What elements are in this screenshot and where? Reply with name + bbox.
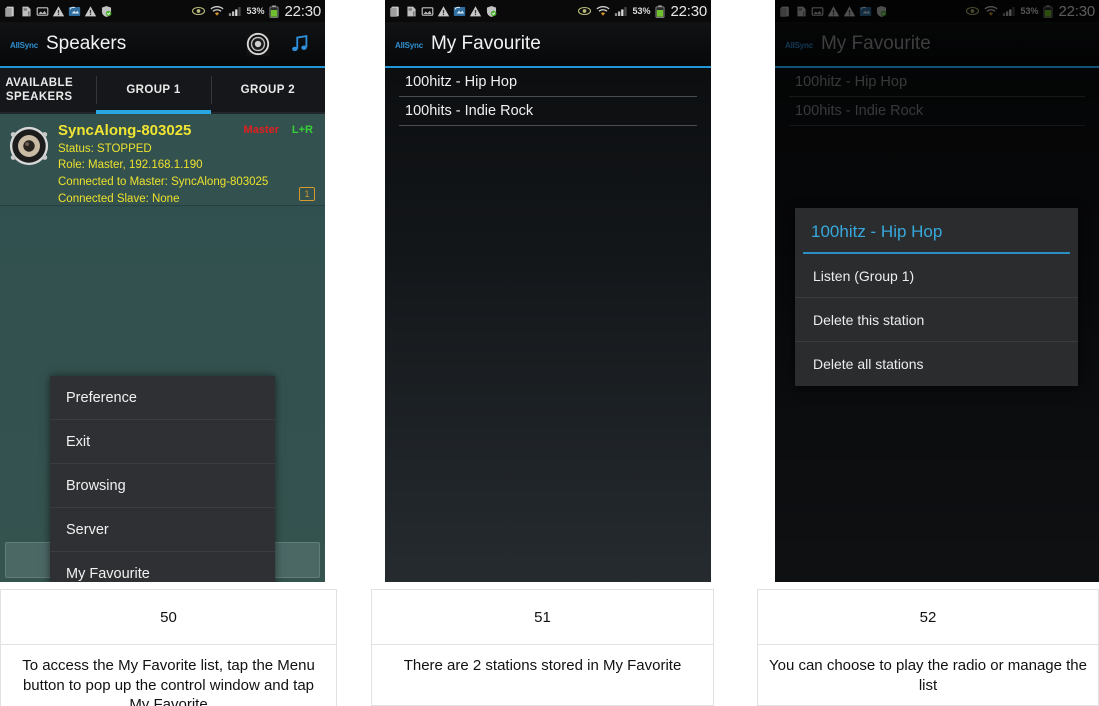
tab-group-1[interactable]: GROUP 1 (96, 68, 211, 114)
battery-percent-label: 53% (632, 6, 651, 16)
sync-image-icon (68, 5, 81, 18)
phone-screenshot-1: 53% 22:30 AllSync Speakers AVAILABLE SPE… (0, 0, 325, 582)
list-item[interactable]: 100hitz - Hip Hop (399, 68, 697, 97)
menu-item-my-favourite[interactable]: My Favourite (50, 552, 275, 582)
warning-triangle-icon (469, 5, 482, 18)
speaker-master-tag: Master (243, 124, 279, 136)
status-bar: 53% 22:30 (385, 0, 711, 22)
status-bar-clock: 22:30 (670, 2, 707, 20)
image-icon (421, 5, 434, 18)
dialog-option-delete-all-stations[interactable]: Delete all stations (795, 342, 1078, 386)
battery-icon (268, 4, 280, 18)
battery-percent-label: 53% (246, 6, 265, 16)
list-item[interactable]: 100hits - Indie Rock (399, 97, 697, 126)
signal-bars-icon (614, 5, 628, 17)
menu-item-preference[interactable]: Preference (50, 376, 275, 420)
action-bar: AllSync Speakers (0, 22, 325, 66)
caption-text: You can choose to play the radio or mana… (757, 644, 1099, 706)
phone-screenshot-2: 53% 22:30 AllSync My Favourite 100hitz -… (385, 0, 711, 582)
action-bar-buttons (245, 31, 315, 57)
page-title: Speakers (45, 33, 127, 54)
caption-column-2: 51 There are 2 stations stored in My Fav… (371, 589, 714, 706)
battery-icon (654, 4, 666, 18)
speaker-count-badge: 1 (299, 187, 315, 201)
status-bar-notification-icons (4, 5, 191, 18)
page-title: My Favourite (430, 33, 541, 54)
tab-group-2[interactable]: GROUP 2 (210, 68, 325, 112)
options-popup-menu: Preference Exit Browsing Server My Favou… (50, 376, 275, 582)
sim-card-warning-icon (20, 5, 33, 18)
speaker-status: Status: STOPPED (58, 142, 152, 155)
caption-number: 50 (0, 589, 337, 644)
shield-sync-icon (100, 5, 113, 18)
wifi-icon (210, 5, 224, 17)
speaker-channel-tag: L+R (291, 124, 313, 136)
eye-icon (191, 5, 206, 17)
music-note-icon[interactable] (289, 33, 311, 55)
speaker-thumbnail-icon (8, 122, 52, 201)
action-bar: AllSync My Favourite (385, 22, 711, 66)
warning-triangle-icon (52, 5, 65, 18)
group-1-content: SyncAlong-803025 Status: STOPPED Role: M… (0, 114, 325, 582)
eye-icon (577, 5, 592, 17)
sync-image-icon (453, 5, 466, 18)
speaker-connected-master: Connected to Master: SyncAlong-803025 (58, 176, 269, 189)
caption-text: To access the My Favorite list, tap the … (0, 644, 337, 706)
warning-triangle-icon (437, 5, 450, 18)
tab-available-speakers-line2: SPEAKERS (5, 91, 73, 103)
dialog-title: 100hitz - Hip Hop (811, 222, 943, 241)
speaker-details: SyncAlong-803025 Status: STOPPED Role: M… (52, 122, 317, 205)
dialog-option-listen[interactable]: Listen (Group 1) (795, 254, 1078, 298)
allsync-logo: AllSync (10, 40, 38, 50)
tab-available-speakers-line1: AVAILABLE (5, 76, 74, 89)
menu-item-server[interactable]: Server (50, 508, 275, 552)
speaker-role: Role: Master, 192.168.1.190 (58, 159, 203, 172)
menu-item-browsing[interactable]: Browsing (50, 464, 275, 508)
status-bar-notification-icons (389, 5, 577, 18)
status-bar: 53% 22:30 (0, 0, 325, 22)
tab-available-speakers[interactable]: AVAILABLE SPEAKERS (0, 68, 96, 112)
wifi-icon (596, 5, 610, 17)
shield-sync-icon (485, 5, 498, 18)
sim-card-warning-icon (405, 5, 418, 18)
favourite-list: 100hitz - Hip Hop 100hits - Indie Rock (385, 68, 711, 582)
tab-group-2-label: GROUP 2 (240, 83, 295, 96)
caption-number: 51 (371, 589, 714, 644)
dialog-header: 100hitz - Hip Hop (795, 208, 1078, 252)
status-bar-clock: 22:30 (284, 2, 321, 20)
signal-bars-icon (228, 5, 242, 17)
speaker-icon[interactable] (245, 31, 271, 57)
tab-strip: AVAILABLE SPEAKERS GROUP 1 GROUP 2 (0, 68, 325, 114)
caption-number: 52 (757, 589, 1099, 644)
menu-item-exit[interactable]: Exit (50, 420, 275, 464)
warning-triangle-icon (84, 5, 97, 18)
document-icon (389, 5, 402, 18)
document-icon (4, 5, 17, 18)
speaker-list-item[interactable]: SyncAlong-803025 Status: STOPPED Role: M… (0, 114, 325, 206)
status-bar-system-icons: 53% 22:30 (191, 3, 321, 20)
dialog-option-delete-this-station[interactable]: Delete this station (795, 298, 1078, 342)
status-bar-system-icons: 53% 22:30 (577, 3, 707, 20)
caption-text: There are 2 stations stored in My Favori… (371, 644, 714, 706)
tab-group-1-label: GROUP 1 (126, 83, 181, 96)
caption-column-1: 50 To access the My Favorite list, tap t… (0, 589, 337, 706)
phone-screenshot-3: 53% 22:30 AllSync My Favourite 100hitz -… (775, 0, 1099, 582)
station-options-dialog: 100hitz - Hip Hop Listen (Group 1) Delet… (795, 208, 1078, 386)
image-icon (36, 5, 49, 18)
caption-column-3: 52 You can choose to play the radio or m… (757, 589, 1099, 706)
speaker-connected-slave: Connected Slave: None (58, 192, 180, 205)
screenshot-sheet: 53% 22:30 AllSync Speakers AVAILABLE SPE… (0, 0, 1099, 706)
allsync-logo: AllSync (395, 40, 423, 50)
